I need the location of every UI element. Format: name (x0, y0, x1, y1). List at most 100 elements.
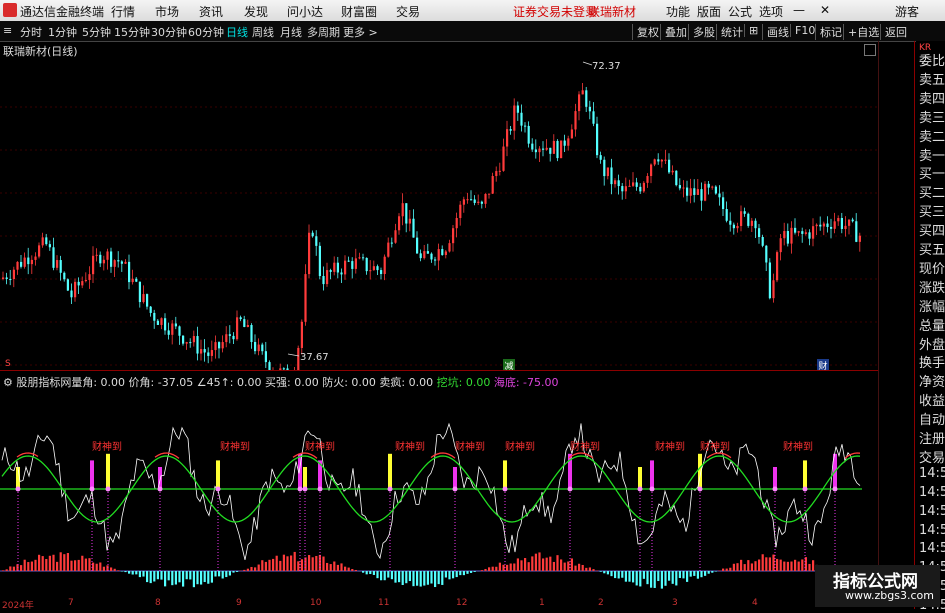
menu-wealth[interactable]: 财富圈 (341, 3, 377, 20)
candle-body (301, 322, 303, 348)
menu-layout[interactable]: 版面 (697, 3, 721, 20)
hist-bar-up (585, 568, 587, 571)
period-tick[interactable]: 分时 (20, 24, 42, 40)
side-panel-item[interactable]: 买四 (919, 220, 945, 239)
btn-draw[interactable]: 画线 (762, 24, 789, 40)
side-panel-item[interactable]: 换手 (919, 352, 945, 371)
settings-icon[interactable]: ≡ (3, 24, 12, 37)
side-panel-item[interactable]: 涨跌 (919, 277, 945, 296)
menu-discover[interactable]: 发现 (244, 3, 268, 20)
side-panel-item[interactable]: 14:56 (919, 504, 945, 519)
side-panel-item[interactable]: 委比 (919, 50, 945, 69)
menu-options[interactable]: 选项 (759, 3, 783, 20)
side-panel-item[interactable]: 14:56 (919, 541, 945, 556)
candle-body (610, 167, 612, 184)
menu-news[interactable]: 资讯 (199, 3, 223, 20)
hist-bar-up (348, 568, 350, 571)
hist-bar-down (160, 571, 162, 580)
hist-bar-down (668, 571, 670, 581)
period-multi[interactable]: 多周期 (307, 24, 340, 40)
menu-quotes[interactable]: 行情 (111, 3, 135, 20)
side-panel-item[interactable]: 14:56 (919, 485, 945, 500)
period-5min[interactable]: 5分钟 (82, 24, 111, 40)
hist-bar-up (315, 556, 317, 571)
user-label[interactable]: 游客 (895, 3, 919, 20)
menu-formula[interactable]: 公式 (728, 3, 752, 20)
hist-bar-up (808, 564, 810, 571)
candle-body (524, 126, 526, 127)
btn-back[interactable]: 返回 (880, 24, 907, 40)
collapse-icon[interactable] (864, 44, 876, 56)
side-panel-item[interactable]: 买一 (919, 163, 945, 182)
hist-bar-up (49, 556, 51, 571)
hist-bar-up (70, 561, 72, 571)
btn-adjust[interactable]: 复权 (632, 24, 659, 40)
hist-bar-up (308, 555, 310, 571)
login-notice[interactable]: 证券交易未登录 (513, 3, 597, 20)
side-panel-item[interactable]: 总量 (919, 315, 945, 334)
side-panel-item[interactable]: 注册 (919, 428, 945, 447)
close-icon[interactable]: ✕ (820, 3, 830, 17)
hist-bar-up (592, 569, 594, 571)
btn-stats[interactable]: 统计 (716, 24, 743, 40)
candle-body (448, 243, 450, 251)
btn-add-watch[interactable]: +自选 (843, 24, 879, 40)
candle-body (549, 148, 551, 154)
side-panel-item[interactable]: 买三 (919, 201, 945, 220)
side-panel-item[interactable]: 卖一 (919, 145, 945, 164)
period-weekly[interactable]: 周线 (252, 24, 274, 40)
candle-body (405, 203, 407, 223)
period-60min[interactable]: 60分钟 (188, 24, 224, 40)
side-panel-item[interactable]: 收益 (919, 390, 945, 409)
hist-bar-down (625, 571, 627, 582)
candle-body (214, 342, 216, 350)
side-panel-item[interactable]: 交易 (919, 447, 945, 466)
candle-body (650, 164, 652, 176)
candle-body (16, 262, 18, 270)
side-panel-item[interactable]: 涨幅 (919, 296, 945, 315)
side-panel-item[interactable]: 净资 (919, 371, 945, 390)
hist-bar-down (232, 571, 234, 573)
hist-bar-down (362, 571, 364, 573)
btn-draw-icon[interactable]: ⊞ (744, 24, 758, 37)
period-15min[interactable]: 15分钟 (114, 24, 150, 40)
side-panel-item[interactable]: 买五 (919, 239, 945, 258)
btn-multistock[interactable]: 多股 (688, 24, 715, 40)
period-daily[interactable]: 日线 (226, 24, 248, 40)
side-panel-item[interactable]: 卖四 (919, 88, 945, 107)
candle-body (690, 188, 692, 196)
side-panel-item[interactable]: 买二 (919, 182, 945, 201)
btn-overlay[interactable]: 叠加 (660, 24, 687, 40)
price-chart[interactable]: 70.0065.0060.0055.0050.0045.0040.00 72.3… (0, 58, 878, 370)
menu-market[interactable]: 市场 (155, 3, 179, 20)
candle-body (315, 236, 317, 246)
btn-mark[interactable]: 标记 (815, 24, 842, 40)
hist-bar-down (204, 571, 206, 582)
candle-body (333, 263, 335, 272)
menu-trade[interactable]: 交易 (396, 3, 420, 20)
btn-f10[interactable]: F10 (790, 24, 815, 37)
side-panel-item[interactable]: 卖三 (919, 107, 945, 126)
signal-label: 财神到 (92, 440, 122, 453)
hist-bar-up (589, 567, 591, 571)
period-30min[interactable]: 30分钟 (151, 24, 187, 40)
hist-bar-down (218, 571, 220, 576)
period-1min[interactable]: 1分钟 (48, 24, 77, 40)
hist-bar-up (268, 560, 270, 571)
side-panel-item[interactable]: 自动 (919, 409, 945, 428)
minimize-icon[interactable]: — (793, 3, 805, 17)
side-panel-item[interactable]: 外盘 (919, 334, 945, 353)
candle-body (247, 325, 249, 327)
menu-ask[interactable]: 问小达 (287, 3, 323, 20)
side-panel-item[interactable]: 现价 (919, 258, 945, 277)
menu-function[interactable]: 功能 (666, 3, 690, 20)
period-more[interactable]: 更多 > (343, 24, 378, 40)
candle-body (466, 199, 468, 200)
candle-body (67, 279, 69, 290)
side-panel-item[interactable]: 卖二 (919, 126, 945, 145)
period-monthly[interactable]: 月线 (280, 24, 302, 40)
side-panel-item[interactable]: 14:56 (919, 466, 945, 481)
indicator-chart[interactable]: 50.0025.000.00 财神到财神到财神到财神到财神到财神到财神到财神到财… (0, 388, 878, 598)
side-panel-item[interactable]: 14:56 (919, 523, 945, 538)
side-panel-item[interactable]: 卖五 (919, 69, 945, 88)
